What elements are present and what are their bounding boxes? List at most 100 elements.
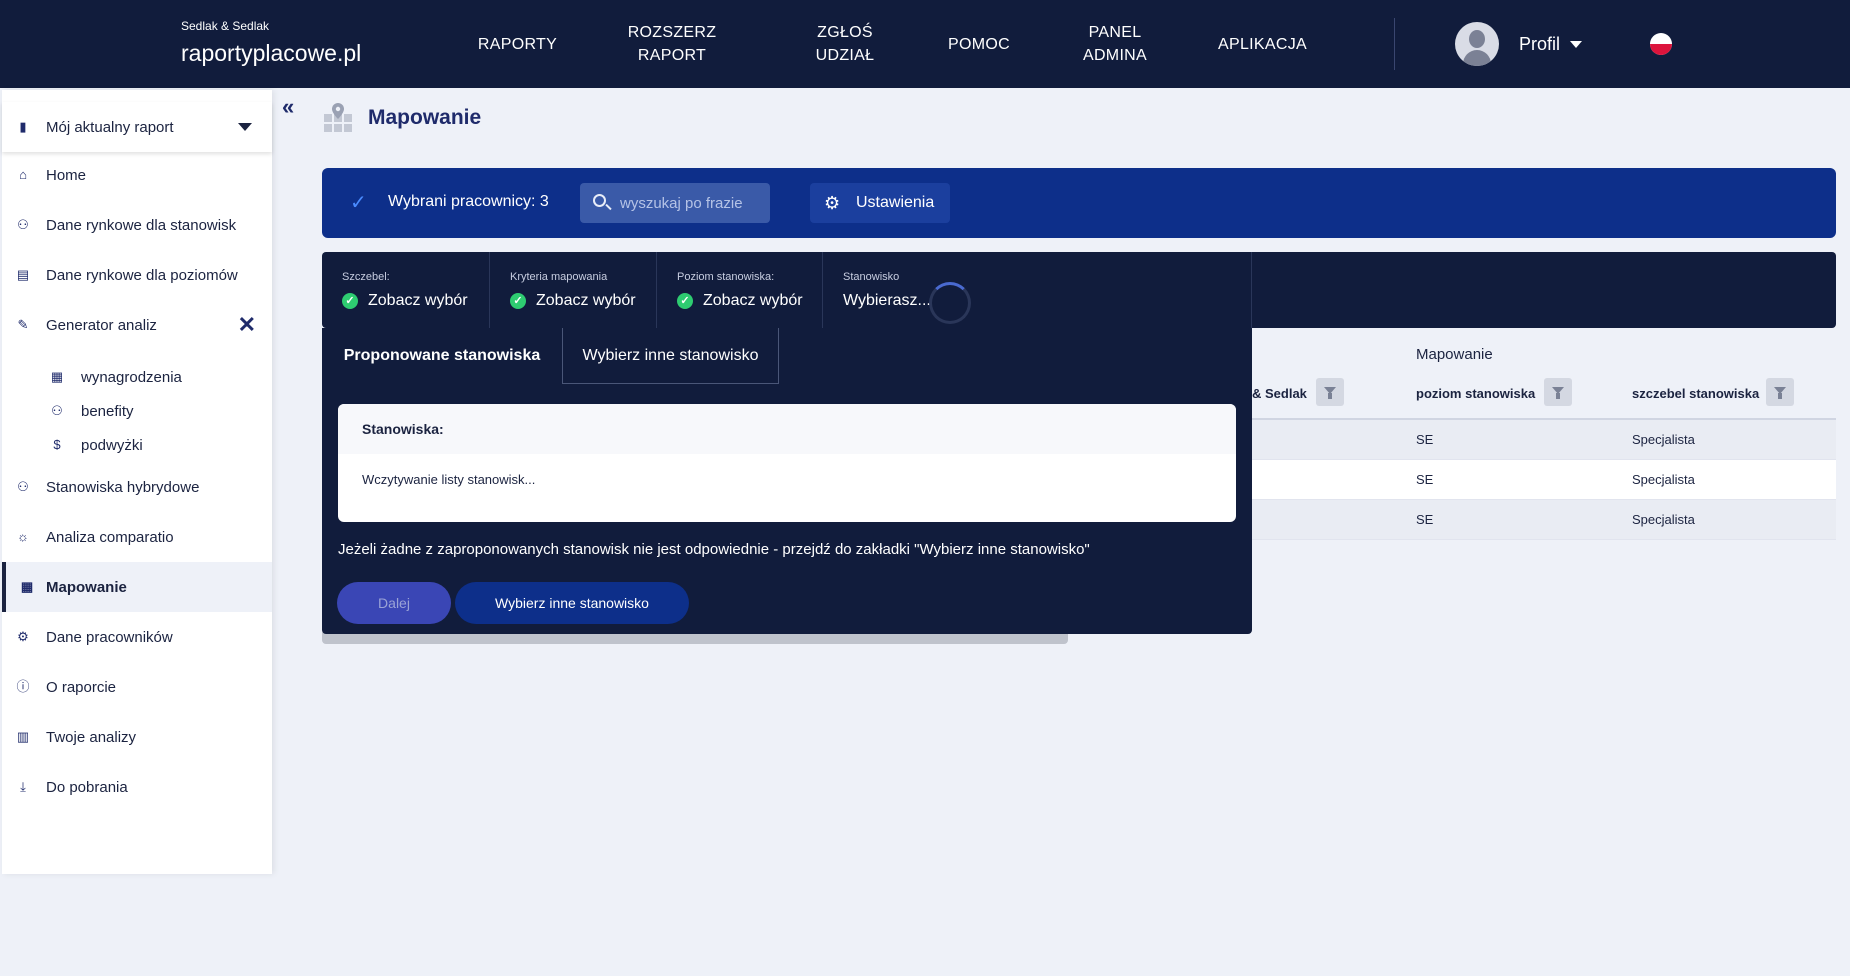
info-message: Jeżeli żadne z zaproponowanych stanowisk… [338, 541, 1090, 558]
filter-value: Wybierasz... [843, 292, 931, 310]
nav-aplikacja[interactable]: APLIKACJA [1210, 0, 1315, 88]
positions-loading-text: Wczytywanie listy stanowisk... [362, 472, 536, 487]
sidebar-subitem-podwyzki[interactable]: $ podwyżki [2, 429, 272, 461]
sidebar-item-label: Stanowiska hybrydowe [46, 478, 200, 496]
clipboard-icon: ▥ [16, 729, 30, 744]
sidebar-item-do-pobrania[interactable]: ⤓ Do pobrania [2, 762, 272, 812]
sidebar-item-dane-rynkowe-poziomow[interactable]: ▤ Dane rynkowe dla poziomów [2, 250, 272, 300]
info-icon: ⓘ [16, 679, 30, 694]
filter-icon[interactable] [1544, 378, 1572, 406]
selected-employees-count: Wybrani pracownicy: 3 [388, 193, 549, 210]
mapping-table: Mapowanie & Sedlak poziom stanowiska szc… [1250, 338, 1836, 540]
filter-stanowisko[interactable]: Stanowisko Wybierasz... [823, 252, 1252, 328]
report-icon: ▮ [19, 119, 27, 134]
sidebar-item-label: Do pobrania [46, 778, 128, 796]
sidebar-item-twoje-analizy[interactable]: ▥ Twoje analizy [2, 712, 272, 762]
sidebar-item-label: Home [46, 166, 87, 184]
filter-icon[interactable] [1316, 378, 1344, 406]
positions-card: Stanowiska: Wczytywanie listy stanowisk.… [338, 404, 1236, 522]
raise-icon: $ [53, 437, 61, 452]
sidebar-subitem-label: podwyżki [81, 436, 143, 454]
table-row[interactable]: SE Specjalista [1250, 500, 1836, 540]
table-row[interactable]: SE Specjalista [1250, 420, 1836, 460]
sidebar: ▮ Mój aktualny raport ⌂ Home ⚇ Dane rynk… [2, 90, 272, 874]
selection-toolbar: ✓ Wybrani pracownicy: 3 wyszukaj po fraz… [322, 168, 1836, 238]
nav-zglos-udzial[interactable]: ZGŁOŚ UDZIAŁ [800, 0, 890, 88]
sidebar-item-label: Mapowanie [46, 578, 127, 596]
document-icon: ▤ [16, 267, 30, 282]
nav-rozszerz-raport[interactable]: ROZSZERZ RAPORT [622, 0, 722, 88]
filter-value-text: Zobacz wybór [703, 292, 803, 309]
brand-logo-text[interactable]: raportyplacowe.pl [181, 40, 361, 67]
sidebar-subitem-label: benefity [81, 402, 134, 420]
sidebar-subitem-benefity[interactable]: ⚇ benefity [2, 395, 272, 427]
wand-icon: ✎ [17, 317, 29, 332]
positions-card-title: Stanowiska: [338, 404, 1236, 454]
filter-label: Poziom stanowiska: [677, 271, 775, 283]
tab-wybierz-inne-stanowisko[interactable]: Wybierz inne stanowisko [562, 328, 779, 384]
polish-flag-icon[interactable] [1650, 33, 1672, 55]
sidebar-item-label: Generator analiz [46, 316, 157, 334]
tab-proponowane-stanowiska[interactable]: Proponowane stanowiska [322, 328, 562, 384]
page-header: Mapowanie [322, 102, 481, 134]
search-input[interactable]: wyszukaj po frazie [580, 183, 770, 223]
report-select[interactable]: ▮ Mój aktualny raport [2, 102, 272, 152]
sidebar-item-dane-pracownikow[interactable]: ⚙ Dane pracowników [2, 612, 272, 662]
filter-bar: Szczebel: ✓ Zobacz wybór Kryteria mapowan… [322, 252, 1836, 328]
users-icon: ⚇ [17, 479, 29, 494]
filter-label: Kryteria mapowania [510, 271, 608, 283]
close-icon[interactable]: ✕ [238, 312, 256, 338]
sidebar-subitem-wynagrodzenia[interactable]: ▦ wynagrodzenia [2, 361, 272, 393]
choose-other-position-button[interactable]: Wybierz inne stanowisko [455, 582, 689, 624]
table-cell: Specjalista [1632, 432, 1695, 447]
brand-tagline: Sedlak & Sedlak [181, 19, 270, 33]
filter-label: Szczebel: [342, 271, 390, 283]
sidebar-item-dane-rynkowe-stanowisk[interactable]: ⚇ Dane rynkowe dla stanowisk [2, 200, 272, 250]
sun-icon: ☼ [17, 529, 29, 544]
check-circle-icon: ✓ [510, 293, 526, 309]
position-picker-panel: Proponowane stanowiska Wybierz inne stan… [322, 328, 1252, 634]
caret-down-icon [1570, 40, 1583, 48]
settings-button[interactable]: ⚙ Ustawienia [810, 183, 950, 223]
sidebar-item-stanowiska-hybrydowe[interactable]: ⚇ Stanowiska hybrydowe [2, 462, 272, 512]
table-cell: SE [1416, 512, 1434, 527]
sidebar-item-label: O raporcie [46, 678, 117, 696]
nav-raporty[interactable]: RAPORTY [470, 0, 565, 88]
table-row[interactable]: SE Specjalista [1250, 460, 1836, 500]
filter-szczebel[interactable]: Szczebel: ✓ Zobacz wybór [322, 252, 490, 328]
home-icon: ⌂ [19, 167, 27, 182]
top-navbar: Sedlak & Sedlak raportyplacowe.pl RAPORT… [0, 0, 1850, 88]
filter-value: ✓ Zobacz wybór [510, 292, 636, 310]
users-icon: ⚇ [17, 217, 29, 232]
table-cell: SE [1416, 432, 1434, 447]
filter-poziom-stanowiska[interactable]: Poziom stanowiska: ✓ Zobacz wybór [657, 252, 823, 328]
loading-spinner-icon [929, 282, 971, 324]
money-icon: ▦ [50, 369, 64, 384]
table-group-header: Mapowanie [1416, 346, 1493, 363]
filter-value-text: Zobacz wybór [536, 292, 636, 309]
filter-kryteria-mapowania[interactable]: Kryteria mapowania ✓ Zobacz wybór [490, 252, 657, 328]
collapse-sidebar-icon[interactable]: « [282, 94, 294, 120]
sidebar-item-label: Twoje analizy [46, 728, 137, 746]
sidebar-item-home[interactable]: ⌂ Home [2, 150, 272, 200]
next-button[interactable]: Dalej [337, 582, 451, 624]
profile-label: Profil [1519, 33, 1561, 54]
nav-panel-admina[interactable]: PANEL ADMINA [1070, 0, 1160, 88]
benefits-icon: ⚇ [51, 403, 63, 418]
profile-menu[interactable]: Profil [1455, 21, 1583, 67]
table-cell: Specjalista [1632, 512, 1695, 527]
sidebar-item-o-raporcie[interactable]: ⓘ O raporcie [2, 662, 272, 712]
avatar-icon [1455, 22, 1499, 66]
sidebar-item-generator-analiz[interactable]: ✎ Generator analiz ✕ [2, 300, 272, 350]
sidebar-item-label: Dane pracowników [46, 628, 173, 646]
check-circle-icon: ✓ [342, 293, 358, 309]
filter-value: ✓ Zobacz wybór [342, 292, 468, 310]
map-icon: ▦ [20, 579, 34, 594]
sidebar-item-mapowanie[interactable]: ▦ Mapowanie [2, 562, 272, 612]
nav-pomoc[interactable]: POMOC [940, 0, 1018, 88]
filter-value-text: Wybierasz... [843, 292, 931, 309]
chevron-down-icon [238, 123, 252, 131]
sidebar-item-analiza-comparatio[interactable]: ☼ Analiza comparatio [2, 512, 272, 562]
sidebar-item-label: Analiza comparatio [46, 528, 174, 546]
filter-icon[interactable] [1766, 378, 1794, 406]
